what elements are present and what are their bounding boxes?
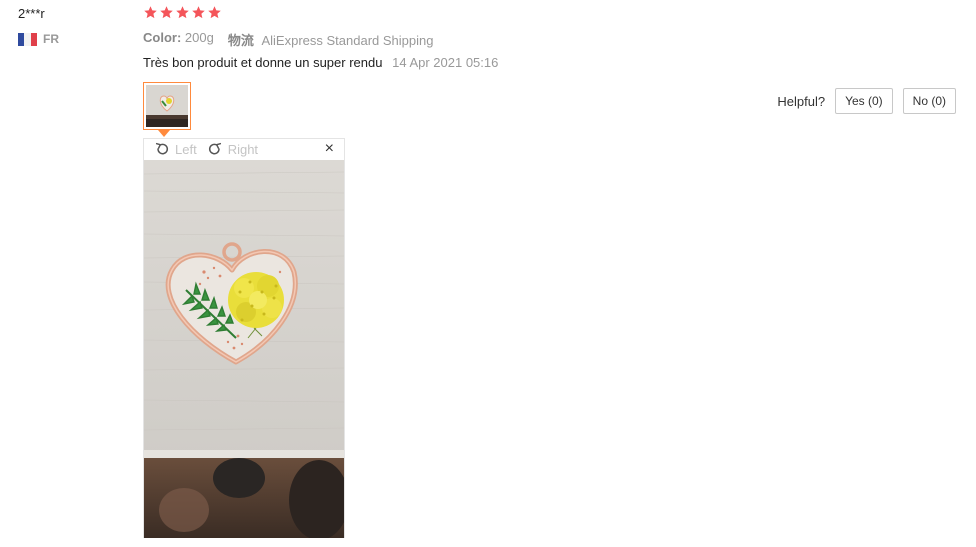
color-attribute: Color: 200g — [143, 30, 214, 49]
helpful-section: Helpful? Yes (0) No (0) — [777, 88, 956, 114]
shipping-attribute: 物流 AliExpress Standard Shipping — [228, 30, 434, 49]
star-rating — [143, 5, 222, 20]
close-icon[interactable]: × — [325, 141, 334, 157]
star-icon — [144, 6, 157, 19]
rotate-right-label: Right — [227, 141, 259, 157]
reviewer-name: 2***r — [18, 6, 45, 21]
star-icon — [160, 6, 173, 19]
rotate-left-label: Left — [175, 141, 197, 157]
shipping-key: 物流 — [227, 33, 254, 48]
review-photo — [144, 160, 344, 538]
review-date: 14 Apr 2021 05:16 — [392, 55, 499, 70]
photo-viewer-toolbar: Left Right × — [144, 139, 344, 159]
review-text: Très bon produit et donne un super rendu — [143, 55, 383, 70]
rotate-right-button[interactable]: Right — [207, 141, 258, 157]
star-icon — [176, 6, 189, 19]
thumbnail-pointer — [158, 130, 170, 137]
color-key: Color: — [143, 30, 182, 45]
shipping-value: AliExpress Standard Shipping — [261, 33, 434, 48]
helpful-label: Helpful? — [777, 93, 826, 109]
color-value: 200g — [184, 30, 214, 45]
review-photo-image — [144, 160, 344, 538]
france-flag-icon — [18, 32, 37, 46]
photo-viewer: Left Right × — [143, 138, 345, 538]
review-photo-thumbnail[interactable] — [143, 82, 191, 130]
reviewer-country: FR — [18, 32, 59, 46]
helpful-no-button[interactable]: No (0) — [902, 88, 956, 114]
rotate-left-button[interactable]: Left — [154, 141, 197, 157]
star-icon — [208, 6, 221, 19]
rotate-right-icon — [208, 142, 221, 155]
helpful-yes-button[interactable]: Yes (0) — [835, 88, 893, 114]
rotate-left-icon — [155, 142, 169, 155]
order-attributes: Color: 200g 物流 AliExpress Standard Shipp… — [143, 30, 433, 49]
country-code: FR — [43, 32, 59, 46]
review-content: Très bon produit et donne un super rendu… — [143, 55, 498, 70]
star-icon — [192, 6, 205, 19]
thumbnail-image — [146, 85, 188, 127]
